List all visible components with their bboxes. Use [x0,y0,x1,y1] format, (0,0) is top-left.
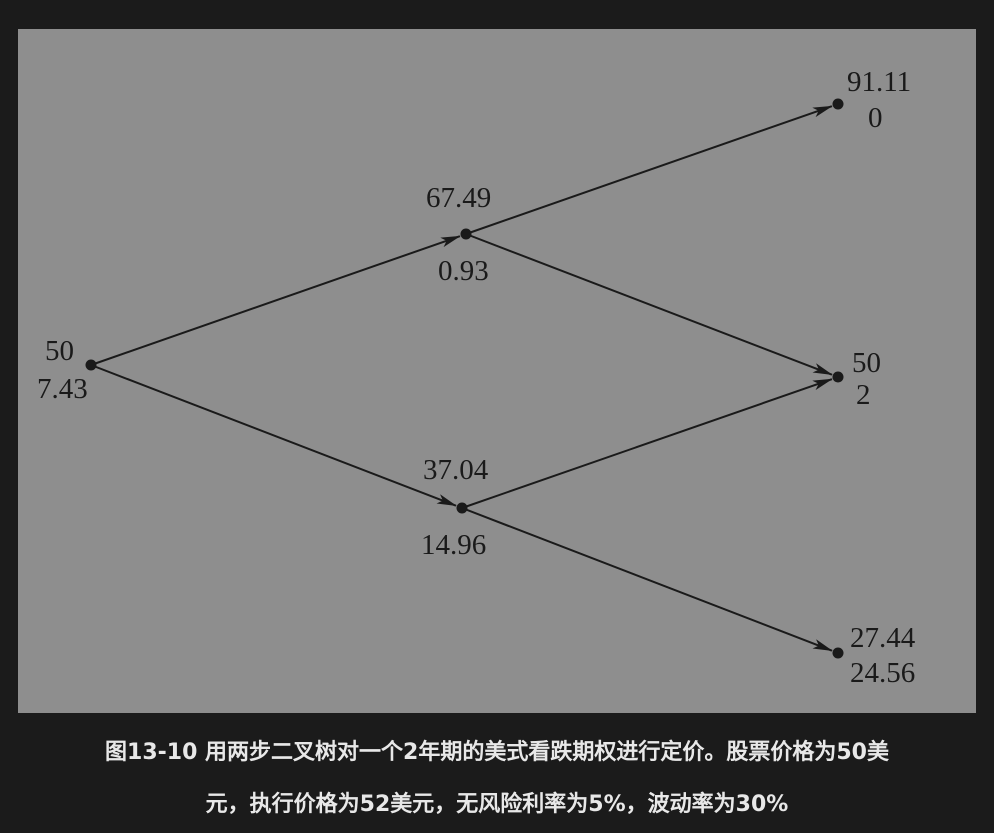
node-dd-dot [832,647,844,659]
tree-svg: 50 7.43 67.49 0.93 37.04 14.96 91.11 0 5… [37,66,916,689]
figure-caption-line-1: 图13-10 用两步二叉树对一个2年期的美式看跌期权进行定价。股票价格为50美 [105,740,889,765]
node-ud-option-label: 2 [856,379,871,411]
edge-root-to-up [90,235,461,366]
node-uu-option-label: 0 [868,102,883,134]
node-root-stock-label: 50 [45,335,74,367]
node-uu-stock-label: 91.11 [847,66,911,98]
node-down-stock-label: 37.04 [423,454,489,486]
node-root-option-label: 7.43 [37,373,88,405]
edge-up-to-uu [465,105,833,235]
node-down-dot [456,502,468,514]
node-down-option-label: 14.96 [421,529,486,561]
node-ud-dot [832,371,844,383]
edge-down-to-ud [461,378,833,509]
binomial-tree-diagram: 50 7.43 67.49 0.93 37.04 14.96 91.11 0 5… [18,29,976,713]
node-ud-stock-label: 50 [852,347,881,379]
node-up-stock-label: 67.49 [426,182,491,214]
node-up-option-label: 0.93 [438,255,489,287]
edge-root-to-down [90,364,457,507]
node-dd-stock-label: 27.44 [850,622,916,654]
edge-down-to-dd [461,507,833,652]
node-up-dot [460,228,472,240]
node-dd-option-label: 24.56 [850,657,915,689]
node-uu-dot [832,98,844,110]
edge-up-to-ud [465,233,833,376]
figure-caption: 图13-10 用两步二叉树对一个2年期的美式看跌期权进行定价。股票价格为50美 … [18,727,976,831]
figure-caption-line-2: 元，执行价格为52美元，无风险利率为5%，波动率为30% [205,792,789,817]
node-root-dot [85,359,97,371]
tree-labels: 50 7.43 67.49 0.93 37.04 14.96 91.11 0 5… [37,66,916,689]
